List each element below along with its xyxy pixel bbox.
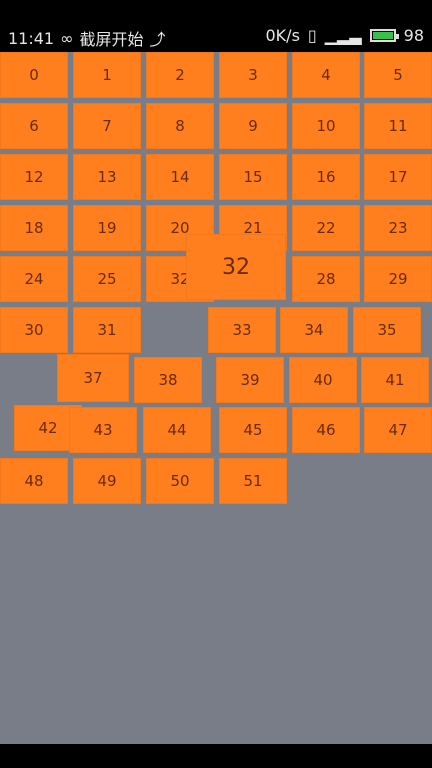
tile-19[interactable]: 19 (73, 205, 141, 251)
tile-0[interactable]: 0 (0, 52, 68, 98)
tile-24[interactable]: 24 (0, 256, 68, 302)
tile-12[interactable]: 12 (0, 154, 68, 200)
tile-30[interactable]: 30 (0, 307, 68, 353)
tile-33[interactable]: 33 (208, 307, 276, 353)
time: 11:41 (8, 28, 55, 48)
signal-icon: ▁▂▃ (324, 26, 362, 45)
vibrate-icon: ▯ (307, 26, 317, 45)
tile-51[interactable]: 51 (219, 458, 287, 504)
tile-5[interactable]: 5 (364, 52, 432, 98)
tile-31[interactable]: 31 (73, 307, 141, 353)
status-bar: 11:41 ∞ 截屏开始 ⤴ 0K/s ▯ ▁▂▃ 98 (0, 0, 432, 52)
tile-grid: 0 1 2 3 4 5 6 7 8 9 10 11 12 13 14 15 16 17 18 19 20 21 22 23 24… (0, 52, 432, 744)
tile-15[interactable]: 15 (219, 154, 287, 200)
tile-29[interactable]: 29 (364, 256, 432, 302)
tile-34[interactable]: 34 (280, 307, 348, 353)
status-title: 截屏开始 (79, 30, 144, 49)
tile-4[interactable]: 4 (292, 52, 360, 98)
tile-47[interactable]: 47 (364, 407, 432, 453)
tile-49[interactable]: 49 (73, 458, 141, 504)
tile-7[interactable]: 7 (73, 103, 141, 149)
share-icon: ⤴ (149, 30, 166, 49)
tile-22[interactable]: 22 (292, 205, 360, 251)
tile-38[interactable]: 38 (134, 357, 202, 403)
tile-43[interactable]: 43 (69, 407, 137, 453)
tile-6[interactable]: 6 (0, 103, 68, 149)
tile-35[interactable]: 35 (353, 307, 421, 353)
tile-46[interactable]: 46 (292, 407, 360, 453)
tile-48[interactable]: 48 (0, 458, 68, 504)
infinity-icon: ∞ (60, 28, 74, 48)
status-right: 0K/s ▯ ▁▂▃ 98 (266, 26, 425, 45)
tile-9[interactable]: 9 (219, 103, 287, 149)
tile-1[interactable]: 1 (73, 52, 141, 98)
tile-14[interactable]: 14 (146, 154, 214, 200)
tile-25[interactable]: 25 (73, 256, 141, 302)
tile-17[interactable]: 17 (364, 154, 432, 200)
network-speed: 0K/s (265, 26, 300, 45)
tile-8[interactable]: 8 (146, 103, 214, 149)
tile-3[interactable]: 3 (219, 52, 287, 98)
tile-11[interactable]: 11 (364, 103, 432, 149)
tile-16[interactable]: 16 (292, 154, 360, 200)
tile-37[interactable]: 37 (57, 354, 129, 402)
navigation-bar (0, 744, 432, 768)
tile-44[interactable]: 44 (143, 407, 211, 453)
tile-18[interactable]: 18 (0, 205, 68, 251)
tile-2[interactable]: 2 (146, 52, 214, 98)
battery-icon (369, 29, 399, 42)
battery-level: 98 (403, 26, 424, 45)
tile-10[interactable]: 10 (292, 103, 360, 149)
tile-40[interactable]: 40 (289, 357, 357, 403)
tile-45[interactable]: 45 (219, 407, 287, 453)
status-left: 11:41 ∞ 截屏开始 ⤴ (8, 26, 165, 50)
tile-39[interactable]: 39 (216, 357, 284, 403)
tile-32[interactable]: 32 (186, 234, 286, 300)
tile-50[interactable]: 50 (146, 458, 214, 504)
tile-41[interactable]: 41 (361, 357, 429, 403)
tile-28[interactable]: 28 (292, 256, 360, 302)
tile-13[interactable]: 13 (73, 154, 141, 200)
tile-23[interactable]: 23 (364, 205, 432, 251)
